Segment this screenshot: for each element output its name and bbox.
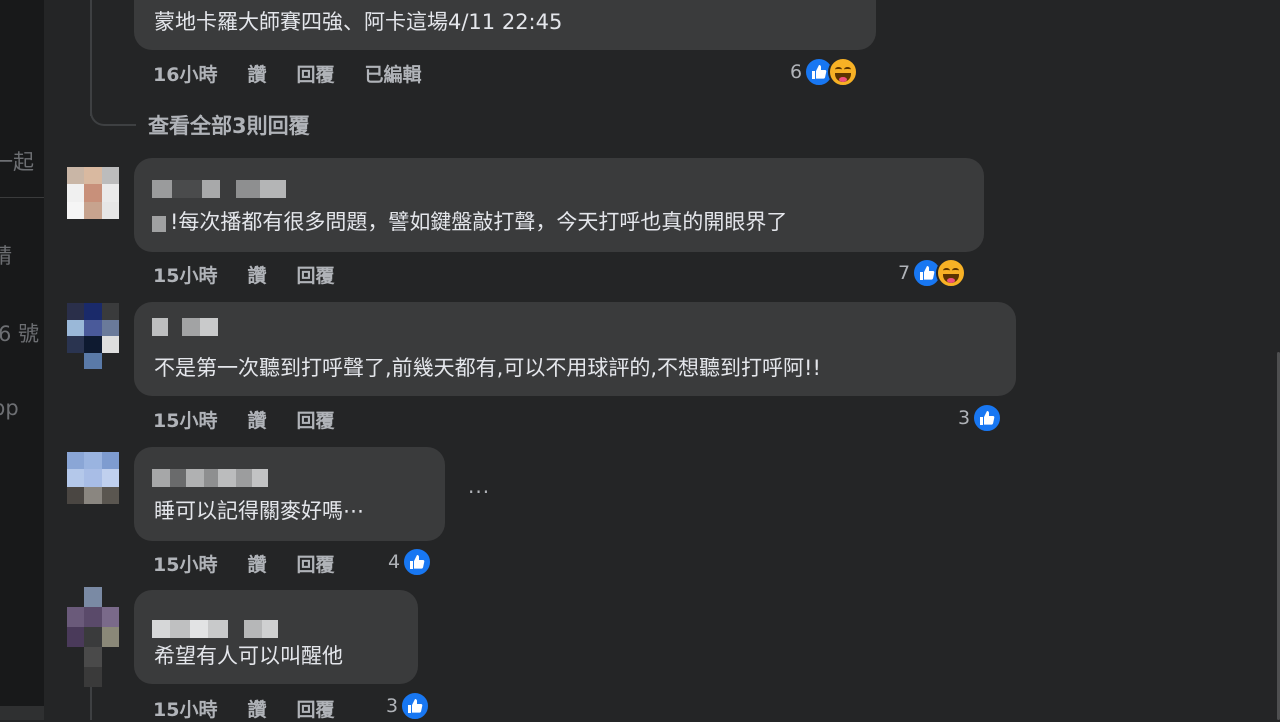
- sidebar-cut-text[interactable]: 6 號: [0, 318, 39, 348]
- sidebar-bottom-strip: [0, 706, 44, 720]
- reaction-count: 3: [958, 407, 971, 429]
- like-icon: [402, 547, 433, 577]
- reaction-count: 4: [388, 551, 401, 573]
- more-options-button[interactable]: ···: [468, 480, 490, 504]
- comment-time[interactable]: 15小時: [153, 261, 217, 288]
- edited-label: 已編輯: [364, 64, 422, 86]
- sidebar-cut-text[interactable]: pp: [0, 396, 19, 420]
- comment-bubble: 不是第一次聽到打呼聲了,前幾天都有,可以不用球評的,不想聽到打呼阿!!: [134, 302, 1016, 396]
- sidebar-divider: [0, 197, 44, 198]
- reaction-count: 3: [386, 695, 399, 717]
- reply-action[interactable]: 回覆: [296, 261, 334, 288]
- comment-text: 蒙地卡羅大師賽四強、阿卡這場4/11 22:45: [154, 10, 563, 34]
- reactions-summary[interactable]: 6: [790, 57, 859, 87]
- like-action[interactable]: 讚: [247, 550, 266, 577]
- reply-action[interactable]: 回覆: [296, 695, 334, 722]
- haha-icon: [828, 57, 859, 87]
- like-action[interactable]: 讚: [247, 695, 266, 722]
- comment-time[interactable]: 15小時: [153, 550, 217, 577]
- avatar[interactable]: [67, 303, 119, 369]
- sidebar-cut-text[interactable]: 精: [0, 240, 12, 270]
- reactions-summary[interactable]: 3: [958, 403, 1003, 433]
- reaction-count: 7: [898, 262, 911, 284]
- author-name-redacted[interactable]: [152, 180, 286, 198]
- reply-comment-bubble: 蒙地卡羅大師賽四強、阿卡這場4/11 22:45: [134, 0, 876, 50]
- reply-action[interactable]: 回覆: [296, 406, 334, 433]
- like-action[interactable]: 讚: [247, 60, 266, 87]
- comment-bubble: 希望有人可以叫醒他: [134, 590, 418, 684]
- comment-text: 不是第一次聽到打呼聲了,前幾天都有,可以不用球評的,不想聽到打呼阿!!: [154, 356, 821, 380]
- thread-line-curve: [90, 96, 136, 126]
- author-name-redacted[interactable]: [152, 620, 278, 638]
- avatar[interactable]: [67, 167, 119, 219]
- reactions-summary[interactable]: 7: [898, 258, 967, 288]
- comment-time[interactable]: 16小時: [153, 60, 217, 87]
- author-name-redacted[interactable]: [152, 318, 218, 336]
- comment-text: 希望有人可以叫醒他: [154, 644, 343, 668]
- thread-line: [90, 686, 92, 720]
- comment-text: 睡可以記得關麥好嗎⋯: [154, 499, 364, 523]
- left-sidebar-edge: 一起 精 6 號 pp: [0, 0, 44, 720]
- reply-action[interactable]: 回覆: [296, 550, 334, 577]
- comment-time[interactable]: 15小時: [153, 406, 217, 433]
- reactions-summary[interactable]: 3: [386, 691, 431, 721]
- comment-bubble: !每次播都有很多問題，譬如鍵盤敲打聲，今天打呼也真的開眼界了: [134, 158, 984, 252]
- haha-icon: [936, 258, 967, 288]
- comment-actions: 16小時 讚 回覆 已編輯: [153, 60, 452, 87]
- comment-bubble: 睡可以記得關麥好嗎⋯: [134, 447, 445, 541]
- comment-actions: 15小時 讚 回覆: [153, 695, 364, 722]
- redacted-block: [152, 216, 166, 232]
- comment-actions: 15小時 讚 回覆: [153, 261, 364, 288]
- reaction-count: 6: [790, 61, 803, 83]
- comment-text: !每次播都有很多問題，譬如鍵盤敲打聲，今天打呼也真的開眼界了: [170, 210, 788, 234]
- view-all-replies-link[interactable]: 查看全部3則回覆: [148, 110, 310, 140]
- comment-time[interactable]: 15小時: [153, 695, 217, 722]
- reply-action[interactable]: 回覆: [296, 60, 334, 87]
- like-icon: [972, 403, 1003, 433]
- comment-actions: 15小時 讚 回覆: [153, 406, 364, 433]
- reactions-summary[interactable]: 4: [388, 547, 433, 577]
- like-action[interactable]: 讚: [247, 261, 266, 288]
- avatar[interactable]: [67, 587, 119, 687]
- like-action[interactable]: 讚: [247, 406, 266, 433]
- scrollbar[interactable]: [1276, 0, 1280, 720]
- comment-actions: 15小時 讚 回覆: [153, 550, 364, 577]
- avatar[interactable]: [67, 452, 119, 504]
- like-icon: [400, 691, 431, 721]
- sidebar-cut-text[interactable]: 一起: [0, 146, 34, 176]
- author-name-redacted[interactable]: [152, 469, 268, 487]
